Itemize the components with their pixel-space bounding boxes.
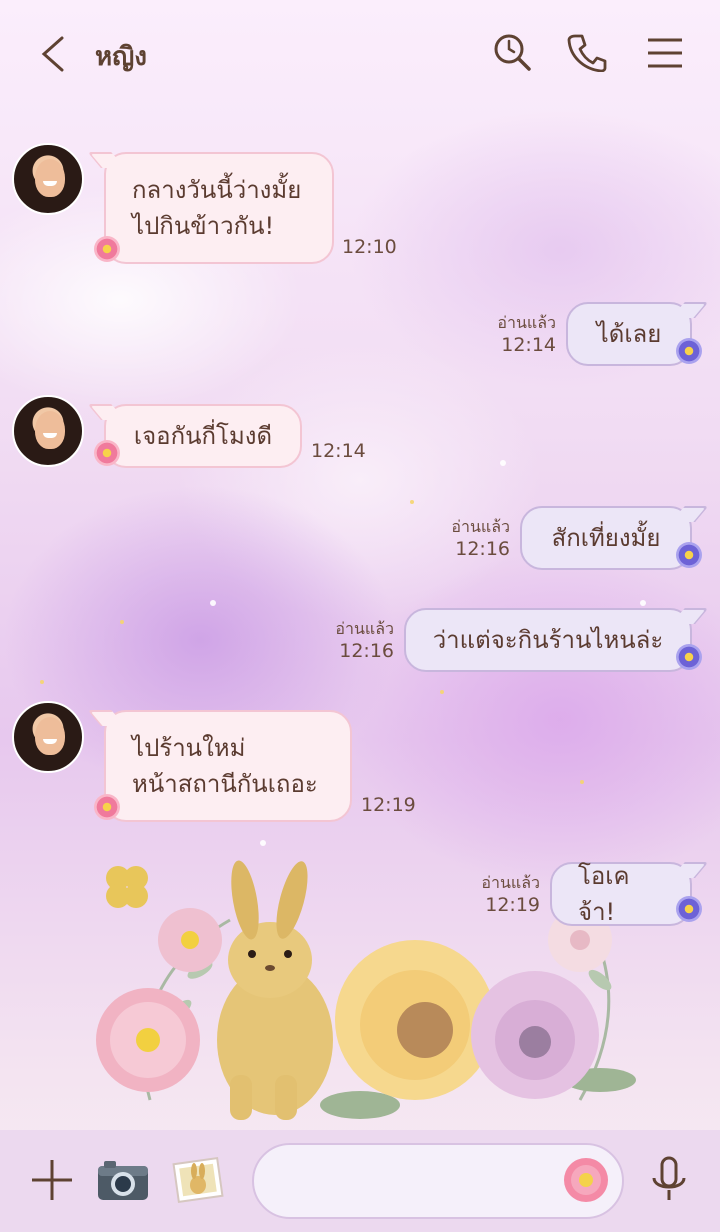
search-history-icon[interactable] xyxy=(492,32,532,72)
incoming-message-bubble[interactable]: ไปร้านใหม่ หน้าสถานีกันเถอะ xyxy=(87,710,352,822)
outgoing-message-bubble[interactable]: ว่าแต่จะกินร้านไหนล่ะ xyxy=(404,608,709,672)
menu-icon[interactable] xyxy=(646,32,686,72)
avatar[interactable] xyxy=(12,143,84,215)
message-time: 12:19 xyxy=(361,794,416,816)
message-time: 12:10 xyxy=(342,236,397,258)
message-line: กลางวันนี้ว่างมั้ย xyxy=(132,176,302,204)
flower-icon xyxy=(676,644,702,670)
avatar[interactable] xyxy=(12,701,84,773)
read-receipt: อ่านแล้ว 12:14 xyxy=(486,312,556,356)
message-text: สักเที่ยงมั้ย xyxy=(551,524,661,552)
read-receipt: อ่านแล้ว 12:16 xyxy=(324,618,394,662)
message-time: 12:14 xyxy=(311,440,366,462)
incoming-message-bubble[interactable]: กลางวันนี้ว่างมั้ย ไปกินข้าวกัน! xyxy=(87,152,334,264)
sparkle xyxy=(580,780,584,784)
camera-icon[interactable] xyxy=(96,1158,150,1202)
sparkle xyxy=(120,620,124,624)
flower-icon xyxy=(94,794,120,820)
avatar[interactable] xyxy=(12,395,84,467)
read-receipt: อ่านแล้ว 12:16 xyxy=(440,516,510,560)
back-icon[interactable] xyxy=(38,34,68,74)
flower-icon xyxy=(94,440,120,466)
message-time: 12:16 xyxy=(339,640,394,662)
message-line: ไปกินข้าวกัน! xyxy=(132,212,275,240)
read-label: อ่านแล้ว xyxy=(481,873,540,892)
read-receipt: อ่านแล้ว 12:19 xyxy=(470,872,540,916)
outgoing-message-bubble[interactable]: สักเที่ยงมั้ย xyxy=(520,506,709,570)
read-label: อ่านแล้ว xyxy=(335,619,394,638)
sparkle xyxy=(260,840,266,846)
phone-icon[interactable] xyxy=(567,32,607,72)
chat-header: หญิง xyxy=(0,0,720,110)
read-label: อ่านแล้ว xyxy=(451,517,510,536)
read-label: อ่านแล้ว xyxy=(497,313,556,332)
message-line: ไปร้านใหม่ xyxy=(132,734,246,762)
photo-icon[interactable] xyxy=(172,1157,224,1203)
flower-icon xyxy=(94,236,120,262)
message-text: ว่าแต่จะกินร้านไหนล่ะ xyxy=(432,626,664,654)
microphone-icon[interactable] xyxy=(650,1156,688,1204)
flower-sticker-icon[interactable] xyxy=(562,1156,610,1204)
message-time: 12:14 xyxy=(501,334,556,356)
sparkle xyxy=(440,690,444,694)
sparkle xyxy=(40,680,44,684)
flower-icon xyxy=(676,542,702,568)
sparkle xyxy=(210,600,216,606)
chat-title: หญิง xyxy=(95,42,147,72)
sparkle xyxy=(640,600,646,606)
incoming-message-bubble[interactable]: เจอกันกี่โมงดี xyxy=(87,404,302,468)
flower-icon xyxy=(676,338,702,364)
outgoing-message-bubble[interactable]: ได้เลย xyxy=(566,302,709,366)
sparkle xyxy=(500,460,506,466)
message-text: โอเคจ้า! xyxy=(578,862,630,926)
message-time: 12:19 xyxy=(485,894,540,916)
message-line: หน้าสถานีกันเถอะ xyxy=(132,770,318,798)
message-time: 12:16 xyxy=(455,538,510,560)
plus-icon[interactable] xyxy=(30,1158,74,1202)
outgoing-message-bubble[interactable]: โอเคจ้า! xyxy=(550,862,709,926)
message-text: เจอกันกี่โมงดี xyxy=(133,422,273,450)
flower-icon xyxy=(676,896,702,922)
message-text: ได้เลย xyxy=(596,320,662,348)
sparkle xyxy=(410,500,414,504)
